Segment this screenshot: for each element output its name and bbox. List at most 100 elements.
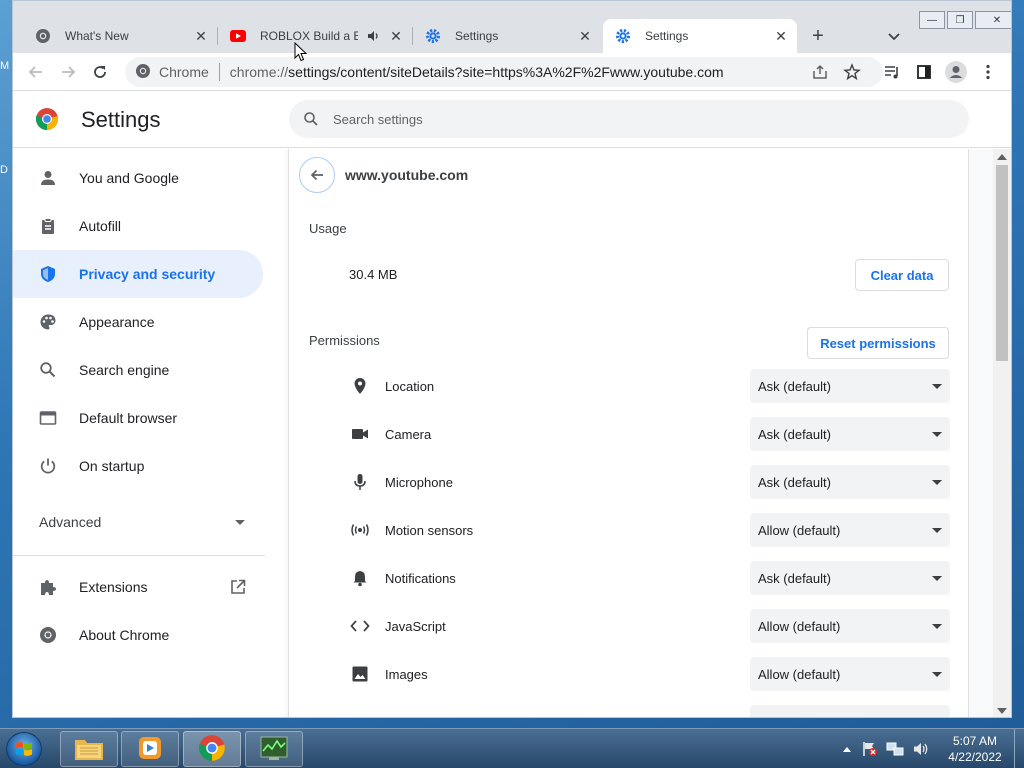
sidebar-item-you-and-google[interactable]: You and Google <box>13 154 263 202</box>
taskbar: 5:07 AM 4/22/2022 <box>0 728 1024 768</box>
site-chip[interactable]: Chrome <box>125 63 209 82</box>
more-menu-icon[interactable] <box>977 61 999 83</box>
dropdown-caret-icon <box>932 671 942 677</box>
tab-close-button[interactable]: ✕ <box>193 28 209 44</box>
side-panel-icon[interactable] <box>913 61 935 83</box>
action-center-flag-icon[interactable] <box>862 741 878 757</box>
network-icon[interactable] <box>886 741 904 757</box>
dropdown-caret-icon <box>932 575 942 581</box>
location-permission-select[interactable]: Ask (default) <box>750 369 950 403</box>
usage-value: 30.4 MB <box>349 267 398 282</box>
images-permission-select[interactable]: Allow (default) <box>750 657 950 691</box>
taskbar-chrome[interactable] <box>183 731 241 767</box>
site-chip-label: Chrome <box>159 64 209 80</box>
scroll-up-arrow-icon[interactable] <box>997 154 1007 160</box>
minimize-button[interactable]: — <box>919 11 945 29</box>
tab-settings-active[interactable]: Settings ✕ <box>603 19 797 53</box>
tab-close-button[interactable]: ✕ <box>388 28 404 44</box>
sidebar-item-label: You and Google <box>79 170 179 186</box>
tab-whats-new[interactable]: What's New ✕ <box>23 19 217 53</box>
sidebar-item-extensions[interactable]: Extensions <box>13 563 265 611</box>
show-hidden-icons-arrow[interactable] <box>842 745 852 753</box>
tab-youtube[interactable]: ROBLOX Build a Boat ✕ <box>218 19 412 53</box>
tab-close-button[interactable]: ✕ <box>577 28 593 44</box>
image-icon <box>349 663 371 685</box>
url-text[interactable]: chrome://settings/content/siteDetails?si… <box>230 64 724 80</box>
speaker-icon[interactable] <box>366 28 382 44</box>
url-path: settings/content/siteDetails?site=https%… <box>288 64 724 80</box>
camera-permission-select[interactable]: Ask (default) <box>750 417 950 451</box>
taskbar-explorer[interactable] <box>60 731 118 767</box>
partial-permission-select[interactable] <box>750 705 950 717</box>
browser-toolbar: Chrome chrome://settings/content/siteDet… <box>13 53 1011 91</box>
sidebar-item-appearance[interactable]: Appearance <box>13 298 263 346</box>
window-close-button[interactable]: ✕ <box>975 11 1011 29</box>
back-button[interactable] <box>25 61 47 83</box>
dropdown-caret-icon <box>932 527 942 533</box>
browser-window: What's New ✕ ROBLOX Build a Boat ✕ Setti… <box>12 0 1012 718</box>
start-button[interactable] <box>6 732 42 766</box>
microphone-icon <box>349 471 371 493</box>
maximize-button[interactable]: ❐ <box>947 11 973 29</box>
javascript-permission-select[interactable]: Allow (default) <box>750 609 950 643</box>
sidebar-item-label: On startup <box>79 458 145 474</box>
motion-sensors-permission-select[interactable]: Allow (default) <box>750 513 950 547</box>
media-control-icon[interactable] <box>881 61 903 83</box>
reload-button[interactable] <box>89 61 111 83</box>
forward-button[interactable] <box>57 61 79 83</box>
notifications-permission-select[interactable]: Ask (default) <box>750 561 950 595</box>
tab-close-button[interactable]: ✕ <box>773 28 789 44</box>
permissions-heading: Permissions <box>309 333 380 348</box>
profile-avatar-icon[interactable] <box>945 61 967 83</box>
tab-settings[interactable]: Settings ✕ <box>413 19 601 53</box>
sidebar-item-label: Appearance <box>79 314 155 330</box>
desktop-fragment: M <box>0 60 10 72</box>
sidebar-item-default-browser[interactable]: Default browser <box>13 394 263 442</box>
scrollbar-thumb[interactable] <box>996 165 1008 361</box>
location-pin-icon <box>349 375 371 397</box>
clock-time: 5:07 AM <box>952 734 998 748</box>
page-title: Settings <box>81 107 161 132</box>
sidebar-divider <box>13 555 265 556</box>
desktop-fragment: D <box>0 164 8 176</box>
back-arrow-button[interactable] <box>299 157 335 193</box>
motion-sensor-icon <box>349 519 371 541</box>
shield-icon <box>37 263 59 285</box>
dropdown-caret-icon <box>932 623 942 629</box>
microphone-permission-select[interactable]: Ask (default) <box>750 465 950 499</box>
reset-permissions-button[interactable]: Reset permissions <box>807 327 949 359</box>
new-tab-button[interactable]: + <box>807 25 829 47</box>
sidebar-item-label: Default browser <box>79 410 178 426</box>
address-bar[interactable]: Chrome chrome://settings/content/siteDet… <box>125 57 883 87</box>
sidebar-item-label: Privacy and security <box>79 266 216 282</box>
scroll-down-arrow-icon[interactable] <box>997 708 1007 714</box>
search-input[interactable] <box>333 111 933 127</box>
sidebar-item-on-startup[interactable]: On startup <box>13 442 263 490</box>
tab-title: What's New <box>65 29 129 43</box>
taskbar-clock[interactable]: 5:07 AM 4/22/2022 <box>940 733 1010 765</box>
share-icon[interactable] <box>809 61 831 83</box>
taskbar-media-player[interactable] <box>121 731 179 767</box>
person-icon <box>37 167 59 189</box>
permission-label: Location <box>385 378 435 394</box>
omnibox-divider <box>218 63 220 81</box>
usage-heading: Usage <box>309 221 347 236</box>
settings-search[interactable] <box>289 100 969 138</box>
sidebar-item-autofill[interactable]: Autofill <box>13 202 263 250</box>
volume-icon[interactable] <box>912 741 930 757</box>
sidebar-item-about-chrome[interactable]: About Chrome <box>13 611 263 659</box>
window-controls: — ❐ ✕ <box>917 11 1011 29</box>
media-player-icon <box>137 735 163 764</box>
sidebar-item-privacy-and-security[interactable]: Privacy and security <box>13 250 263 298</box>
taskbar-system-monitor[interactable] <box>245 731 303 767</box>
permission-label: Microphone <box>385 474 453 490</box>
bookmark-star-icon[interactable] <box>841 61 863 83</box>
clear-data-button[interactable]: Clear data <box>855 259 949 291</box>
sidebar-advanced-toggle[interactable]: Advanced <box>39 514 245 530</box>
tab-search-chevron-icon[interactable] <box>885 27 903 45</box>
sidebar-item-search-engine[interactable]: Search engine <box>13 346 263 394</box>
mouse-cursor-icon <box>294 41 308 65</box>
power-icon <box>37 455 59 477</box>
content-scrollbar[interactable] <box>993 149 1011 717</box>
show-desktop-button[interactable] <box>1014 729 1024 768</box>
